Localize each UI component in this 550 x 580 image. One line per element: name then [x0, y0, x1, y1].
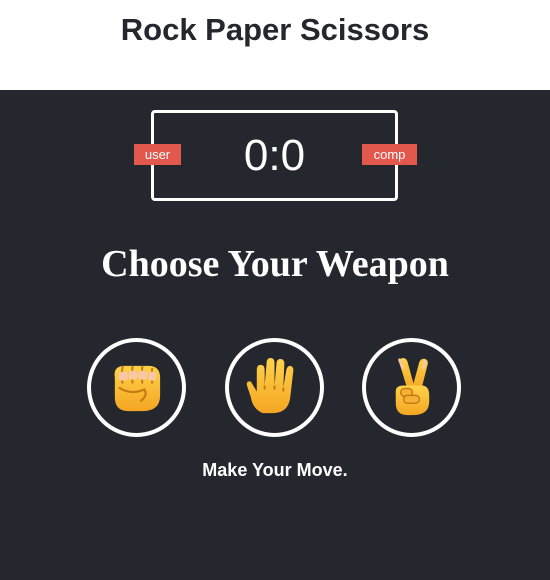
raised-hand-icon: [246, 357, 294, 414]
game-board: 0:0 user comp Choose Your Weapon Make Yo…: [0, 90, 550, 580]
scissors-button[interactable]: [362, 338, 461, 437]
choose-heading: Choose Your Weapon: [101, 243, 449, 285]
paper-button[interactable]: [225, 338, 324, 437]
rock-button[interactable]: [87, 338, 186, 437]
fist-icon: [114, 365, 161, 412]
move-message: Make Your Move.: [202, 460, 348, 480]
page-header: Rock Paper Scissors: [0, 0, 550, 90]
comp-badge: comp: [362, 144, 417, 165]
score-display: 0:0: [243, 131, 306, 180]
victory-hand-icon: [395, 357, 430, 416]
user-badge: user: [134, 144, 181, 165]
page-title: Rock Paper Scissors: [120, 12, 430, 47]
scoreboard: 0:0 user comp: [134, 110, 417, 201]
